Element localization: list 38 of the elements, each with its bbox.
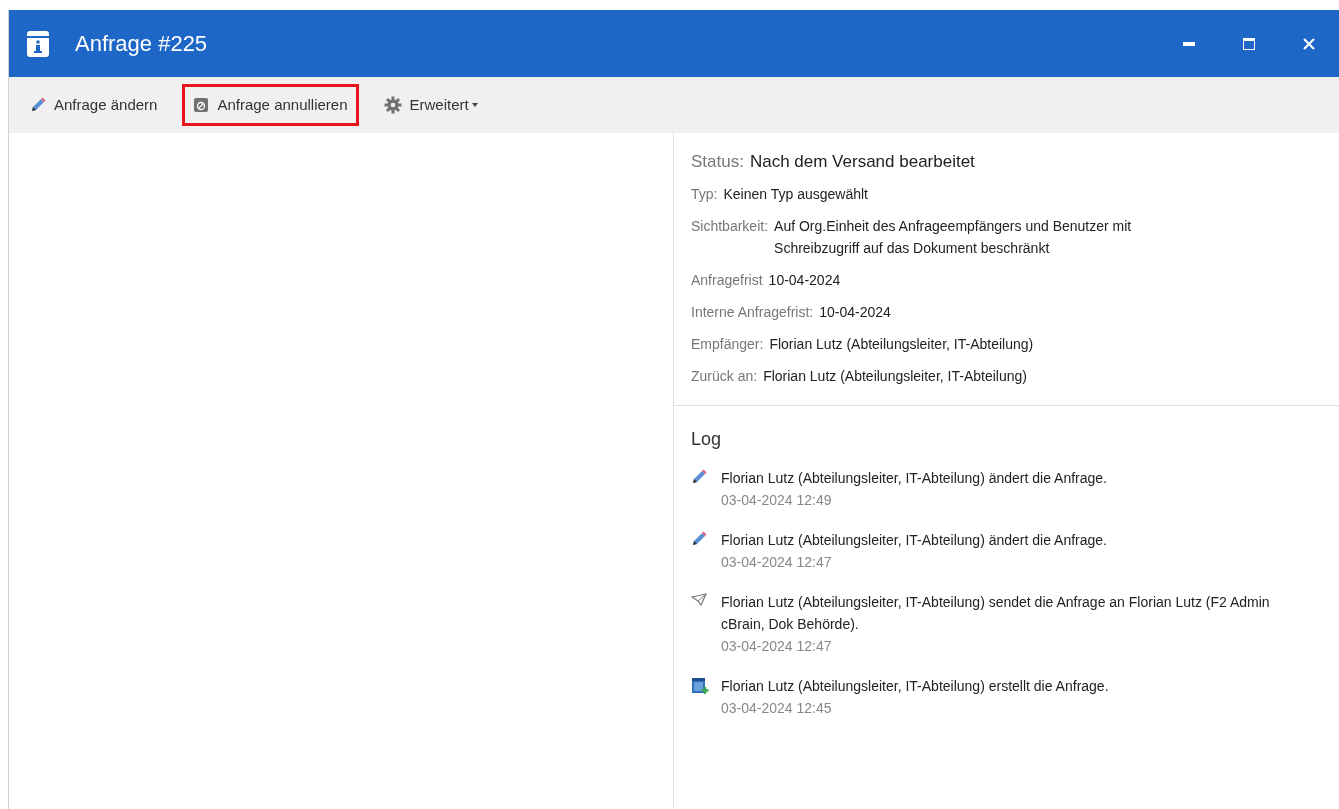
- cancel-icon: [193, 97, 210, 113]
- field-label: Empfänger:: [691, 335, 764, 354]
- paper-plane-icon: [691, 593, 707, 607]
- toolbar-button[interactable]: Anfrage annullieren: [182, 84, 359, 126]
- pencil-icon: [691, 469, 707, 485]
- field-value: Florian Lutz (Abteilungsleiter, IT-Abteilung): [769, 335, 1034, 354]
- field-value: Florian Lutz (Abteilungsleiter, IT-Abteilung): [763, 367, 1027, 386]
- field-label: Status:: [691, 151, 744, 173]
- info-icon: [27, 30, 49, 57]
- log-message: Florian Lutz (Abteilungsleiter, IT-Abteilung) ändert die Anfrage.: [721, 469, 1107, 488]
- minimize-icon: [1183, 41, 1195, 46]
- log-timestamp: 03-04-2024 12:49: [721, 491, 833, 510]
- log-message: Florian Lutz (Abteilungsleiter, IT-Abteilung) sendet die Anfrage an Florian Lutz (F2 Admin cBrain, Dok Behörde).: [721, 593, 1271, 634]
- document-plus-icon: [691, 677, 709, 695]
- field-label: Zurück an:: [691, 367, 758, 386]
- pencil-icon: [691, 531, 707, 547]
- log-message: Florian Lutz (Abteilungsleiter, IT-Abteilung) ändert die Anfrage.: [721, 531, 1107, 550]
- field-value: 10-04-2024: [819, 303, 891, 322]
- log-message: Florian Lutz (Abteilungsleiter, IT-Abteilung) erstellt die Anfrage.: [721, 677, 1109, 696]
- field-value: 10-04-2024: [768, 271, 841, 290]
- gear-icon: [383, 96, 402, 114]
- toolbar-button[interactable]: Anfrage ändern: [19, 84, 169, 126]
- window-title: Anfrage #225: [75, 30, 208, 58]
- field-value: Auf Org.Einheit des Anfrageempfängers und Benutzer mit Schreibzugriff auf das Dokument beschränkt: [774, 217, 1133, 258]
- pencil-icon: [30, 97, 46, 113]
- field-label: Typ:: [691, 185, 718, 204]
- field-value: Nach dem Versand bearbeitet: [749, 151, 975, 173]
- field-value: Keinen Typ ausgewählt: [723, 185, 868, 204]
- toolbar-button[interactable]: Erweitert: [372, 84, 489, 126]
- maximize-icon: [1243, 37, 1255, 50]
- field-label: Interne Anfragefrist:: [691, 303, 814, 322]
- log-heading: Log: [691, 428, 723, 451]
- field-label: Sichtbarkeit:: [691, 217, 769, 236]
- close-icon: [1303, 37, 1315, 50]
- log-timestamp: 03-04-2024 12:45: [721, 699, 833, 718]
- field-label: Anfragefrist: [691, 271, 763, 290]
- log-timestamp: 03-04-2024 12:47: [721, 553, 833, 572]
- log-timestamp: 03-04-2024 12:47: [721, 637, 833, 656]
